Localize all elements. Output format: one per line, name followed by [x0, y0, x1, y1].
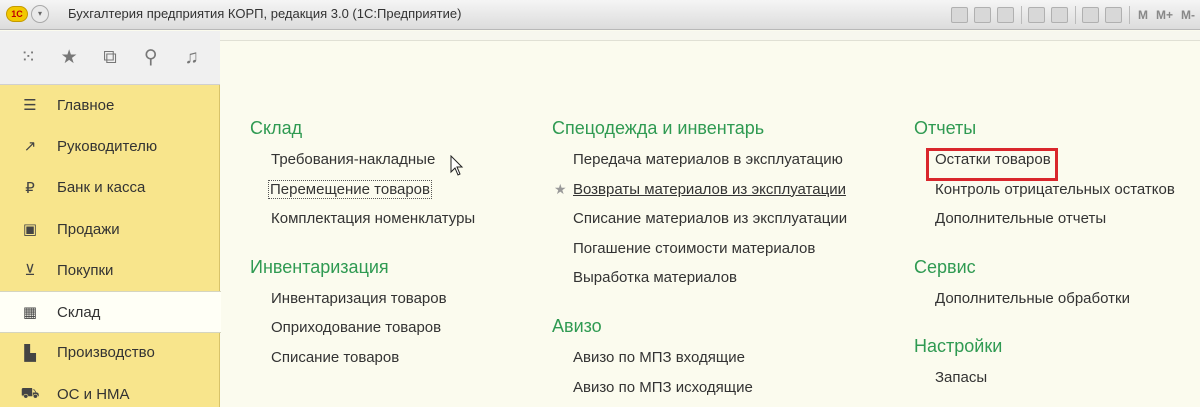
link-aviso-outgoing[interactable]: Авизо по МПЗ исходящие [573, 379, 847, 407]
bell-icon[interactable]: ♫ [178, 47, 206, 69]
highlight-frame [926, 148, 1058, 181]
toolbar-divider [1074, 6, 1076, 24]
sidebar-item-purchases[interactable]: ⊻ Покупки [0, 250, 219, 291]
sidebar-item-label: Покупки [57, 261, 114, 279]
link-goods-receipt[interactable]: Оприходование товаров [271, 319, 475, 349]
section-title-reports: Отчеты [914, 118, 977, 138]
trend-icon: ↗ [23, 138, 37, 156]
title-bar: 1С ▾ Бухгалтерия предприятия КОРП, редак… [0, 0, 1200, 30]
favorite-star-icon[interactable]: ★ [554, 181, 573, 198]
sidebar-item-manager[interactable]: ↗ Руководителю [0, 126, 219, 167]
link-text: Выработка материалов [573, 269, 738, 287]
search-icon[interactable]: ⚲ [137, 46, 165, 69]
sidebar-item-warehouse[interactable]: ▦ Склад [0, 291, 221, 333]
link-additional-processing[interactable]: Дополнительные обработки [935, 290, 1175, 320]
link-text: Авизо по МПЗ входящие [573, 348, 745, 366]
link-text: Требования-накладные [271, 151, 436, 168]
link-stocks[interactable]: Запасы [935, 369, 1175, 399]
link-text: Перемещение товаров [268, 179, 432, 199]
star-icon[interactable]: ★ [55, 46, 83, 69]
section-title-service: Сервис [914, 256, 976, 277]
apps-grid-icon[interactable]: ⁙ [14, 46, 42, 69]
section-title-aviso: Авизо [552, 315, 602, 336]
link-materials-writeoff[interactable]: Списание материалов из эксплуатации [573, 210, 847, 240]
sidebar-item-label: ОС и НМА [57, 385, 130, 403]
memory-minus-button[interactable]: M- [1181, 8, 1195, 22]
sidebar-item-assets[interactable]: ⛟ ОС и НМА [0, 374, 219, 407]
app-logo-icon: 1С [6, 6, 28, 22]
link-text: Комплектация номенклатуры [271, 210, 476, 228]
link-requisitions[interactable]: Требования-накладные [271, 151, 475, 181]
sidebar-item-sales[interactable]: ▣ Продажи [0, 209, 219, 250]
upload-icon[interactable] [1027, 7, 1045, 23]
link-text: Дополнительные обработки [935, 289, 1130, 307]
menu-lines-icon: ☰ [23, 97, 37, 115]
bag-icon: ▣ [22, 221, 38, 239]
history-icon[interactable]: ⧉ [96, 47, 124, 69]
link-goods-transfer[interactable]: Перемещение товаров [268, 179, 475, 211]
link-materials-return[interactable]: ★ Возвраты материалов из эксплуатации [554, 181, 847, 211]
toolbar-divider [1128, 6, 1130, 24]
sidebar-item-label: Склад [57, 303, 101, 321]
sidebar-item-main[interactable]: ☰ Главное [0, 85, 219, 126]
section-title-warehouse: Склад [250, 118, 303, 138]
link-materials-output[interactable]: Выработка материалов [573, 269, 847, 299]
memory-plus-button[interactable]: M+ [1156, 8, 1173, 22]
truck-icon: ⛟ [20, 384, 40, 402]
link-text: Списание материалов из эксплуатации [573, 210, 848, 228]
link-text: Запасы [935, 369, 988, 387]
link-materials-transfer[interactable]: Передача материалов в эксплуатацию [573, 151, 847, 181]
link-text: Списание товаров [271, 348, 400, 366]
sidebar-item-production[interactable]: ▙ Производство [0, 333, 219, 374]
navigation-toolbar: ⁙ ★ ⧉ ⚲ ♫ [0, 31, 220, 85]
warehouse-grid-icon: ▦ [22, 304, 38, 322]
section-title-workwear: Спецодежда и инвентарь [552, 118, 765, 138]
link-text: Возвраты материалов из эксплуатации [573, 180, 846, 198]
link-aviso-incoming[interactable]: Авизо по МПЗ входящие [573, 349, 847, 379]
link-inventory-goods[interactable]: Инвентаризация товаров [271, 290, 475, 320]
window-title: Бухгалтерия предприятия КОРП, редакция 3… [68, 6, 462, 21]
content-top-border [220, 31, 1200, 41]
column-workwear: Спецодежда и инвентарь Передача материал… [552, 118, 847, 407]
save-icon[interactable] [950, 7, 968, 23]
sidebar-item-label: Банк и касса [57, 179, 146, 197]
print-icon[interactable] [973, 7, 991, 23]
link-text: Оприходование товаров [271, 319, 442, 337]
calendar-icon[interactable] [1104, 7, 1122, 23]
sidebar-item-bank[interactable]: ₽ Банк и касса [0, 168, 219, 209]
toolbar-divider [1020, 6, 1022, 24]
sections-sidebar: ☰ Главное ↗ Руководителю ₽ Банк и касса … [0, 85, 221, 407]
calculator-icon[interactable] [1081, 7, 1099, 23]
link-text: Контроль отрицательных остатков [935, 180, 1175, 198]
preview-icon[interactable] [996, 7, 1014, 23]
mouse-cursor-icon [450, 155, 464, 176]
link-goods-writeoff[interactable]: Списание товаров [271, 349, 475, 379]
sidebar-item-label: Продажи [57, 220, 120, 238]
section-title-settings: Настройки [914, 336, 1003, 357]
document-icon[interactable] [1050, 7, 1068, 23]
link-additional-reports[interactable]: Дополнительные отчеты [935, 210, 1175, 240]
main-menu-button[interactable]: ▾ [31, 5, 49, 23]
link-cost-repayment[interactable]: Погашение стоимости материалов [573, 240, 847, 270]
memory-button[interactable]: M [1138, 8, 1148, 22]
link-assembly[interactable]: Комплектация номенклатуры [271, 210, 475, 240]
factory-icon: ▙ [24, 344, 36, 362]
title-toolbar: M M+ M- [945, 4, 1195, 26]
link-text: Передача материалов в эксплуатацию [573, 151, 843, 168]
sidebar-item-label: Руководителю [57, 137, 158, 155]
link-negative-balance-control[interactable]: Контроль отрицательных остатков [935, 181, 1175, 211]
sidebar-item-label: Производство [57, 344, 155, 362]
section-title-inventory: Инвентаризация [250, 256, 389, 277]
ruble-icon: ₽ [25, 179, 35, 197]
sidebar-item-label: Главное [57, 96, 115, 114]
link-text: Погашение стоимости материалов [573, 239, 816, 257]
column-warehouse: Склад Требования-накладные Перемещение т… [250, 118, 475, 379]
link-text: Дополнительные отчеты [935, 210, 1107, 228]
link-text: Авизо по МПЗ исходящие [573, 378, 753, 396]
link-text: Инвентаризация товаров [271, 289, 447, 307]
cart-icon: ⊻ [24, 262, 36, 280]
